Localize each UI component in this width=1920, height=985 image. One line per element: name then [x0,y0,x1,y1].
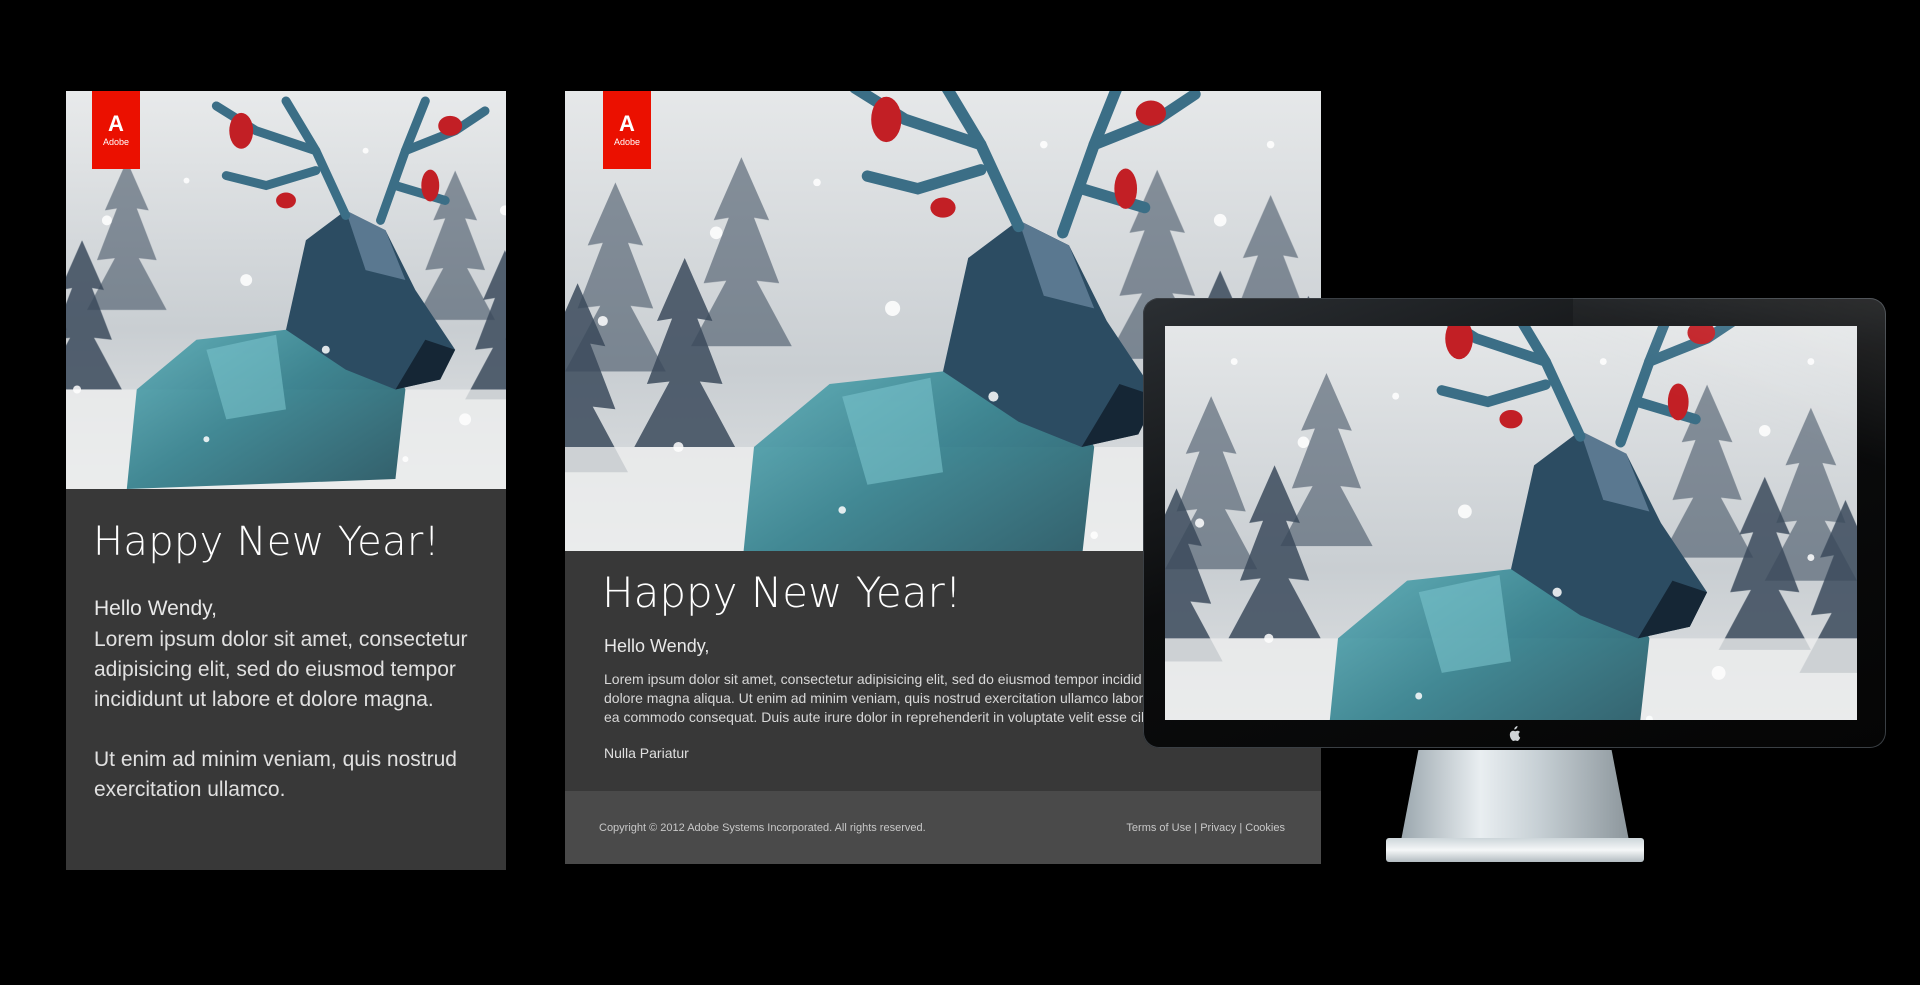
apple-icon-glyph [1509,726,1521,741]
monitor-stand-neck [1400,750,1630,846]
email-title: Happy New Year! [602,568,962,617]
adobe-logo[interactable]: A Adobe [92,91,140,169]
adobe-logo-mark: A [108,111,124,136]
mobile-email-preview: A Adobe Happy New Year! Hello Wendy, Lor… [66,91,506,870]
copyright-text: Copyright © 2012 Adobe Systems Incorpora… [599,822,926,834]
deer-illustration [1165,326,1857,720]
monitor-screen [1165,326,1857,720]
email-greeting: Hello Wendy, [604,636,710,656]
adobe-logo-word: Adobe [102,137,130,147]
monitor-stand-base [1386,838,1644,862]
email-paragraph-2: Ut enim ad minim veniam, quis nostrud ex… [94,748,457,801]
adobe-logo[interactable]: A Adobe [603,91,651,169]
email-signoff: Nulla Pariatur [604,745,689,761]
apple-icon [1507,726,1521,742]
email-greeting: Hello Wendy, [94,597,217,620]
adobe-logo-mark: A [619,111,635,136]
adobe-logo-word: Adobe [613,137,641,147]
email-paragraph-1: Lorem ipsum dolor sit amet, consectetur … [94,628,468,711]
monitor-mockup [1143,298,1886,868]
email-title: Happy New Year! [93,519,440,565]
